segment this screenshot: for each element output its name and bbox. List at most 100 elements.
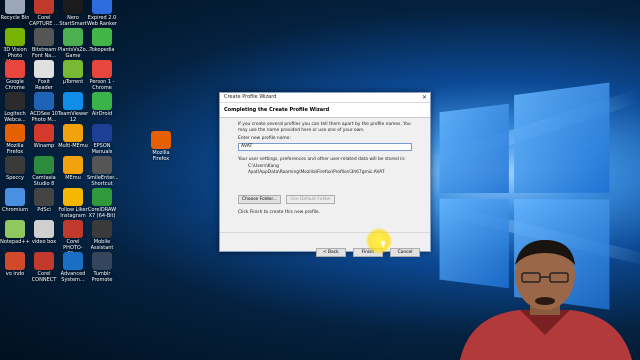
cancel-button[interactable]: Cancel	[390, 248, 420, 257]
plants-vs-zombies-icon	[63, 28, 83, 46]
desktop-shortcut-label: Notepad++	[0, 239, 30, 245]
choose-folder-button[interactable]: Choose Folder...	[238, 194, 281, 204]
profile-name-input[interactable]: AVAT	[238, 142, 412, 151]
desktop-shortcut[interactable]: Chromium	[0, 188, 30, 213]
desktop-shortcut-label: Advanced System...	[60, 271, 86, 283]
desktop-shortcut-label: Person 1 - Chrome	[89, 79, 115, 91]
desktop-shortcut[interactable]: Follow Liker Instagram	[58, 188, 88, 219]
profile-name-label: Enter new profile name:	[238, 136, 291, 142]
web-ranker-icon	[92, 0, 112, 14]
desktop-shortcut[interactable]: μTorrent	[58, 60, 88, 85]
desktop-shortcut[interactable]: ACDSee 10 Photo M...	[29, 92, 59, 123]
desktop-shortcut-label: PlantsVsZo... Game	[58, 47, 91, 59]
desktop-shortcut-label: Follow Liker Instagram	[58, 207, 88, 219]
close-icon[interactable]: ✕	[422, 93, 427, 102]
video-box-icon	[34, 220, 54, 238]
recycle-bin-icon	[5, 0, 25, 14]
desktop-shortcut[interactable]: vo indo	[0, 252, 30, 277]
advanced-system-icon	[63, 252, 83, 270]
desktop-shortcut-label: Tumblr Promote	[91, 271, 113, 283]
desktop-shortcut[interactable]: Tumblr Promote	[87, 252, 117, 283]
corel-connect-icon	[34, 252, 54, 270]
logitech-icon	[5, 92, 25, 110]
utorrent-icon	[63, 60, 83, 78]
presenter-webcam	[460, 240, 632, 360]
desktop-shortcut[interactable]: Winamp	[29, 124, 59, 149]
desktop-shortcut[interactable]: Expired 2.0 Web Ranker	[87, 0, 117, 27]
desktop-shortcut[interactable]: Bitstream Font Na...	[29, 28, 59, 59]
settings-text: Your user settings, preferences and othe…	[238, 156, 406, 162]
chrome-icon	[92, 60, 112, 78]
3d-vision-icon	[5, 28, 25, 46]
corel-photopaint-icon	[63, 220, 83, 238]
desktop-shortcut[interactable]: Advanced System...	[58, 252, 88, 283]
desktop-shortcut[interactable]: Mozilla Firefox	[0, 124, 30, 155]
pdsci-icon	[34, 188, 54, 206]
mobile-assistant-icon	[92, 220, 112, 238]
vo-indo-icon	[5, 252, 25, 270]
desktop-shortcut-label: Mobile Assistant	[90, 239, 114, 251]
desktop-shortcut[interactable]: Recycle Bin	[0, 0, 30, 21]
desktop-shortcut[interactable]: SmileEnter... Shortcut	[87, 156, 119, 187]
desktop-shortcut-label: Foxit Reader	[35, 79, 53, 91]
desktop-shortcut[interactable]: Tokopedia	[87, 28, 117, 53]
wizard-body: If you create several profiles you can t…	[220, 118, 430, 219]
desktop-shortcut-label: Google Chrome	[5, 79, 25, 91]
desktop-shortcut[interactable]: CorelDRAW X7 (64-Bit)	[87, 188, 117, 219]
desktop-shortcut[interactable]: Corel CAPTURE ...	[29, 0, 59, 27]
desktop-shortcut[interactable]: Google Chrome	[0, 60, 30, 91]
desktop-shortcut[interactable]: Camtasia Studio 8	[29, 156, 59, 187]
desktop-shortcut[interactable]: Notepad++	[0, 220, 30, 245]
desktop-shortcut-label: EPSON Manuals	[91, 143, 113, 155]
bitstream-icon	[34, 28, 54, 46]
nero-icon	[63, 0, 83, 14]
desktop-shortcut[interactable]: Mozilla Firefox	[146, 131, 176, 162]
desktop-shortcut-label: PdSci	[37, 207, 51, 213]
desktop-shortcut-label: μTorrent	[62, 79, 84, 85]
desktop-shortcut-label: Camtasia Studio 8	[32, 175, 56, 187]
desktop-shortcut-label: Corel CAPTURE ...	[29, 15, 59, 27]
desktop-shortcut[interactable]: Foxit Reader	[29, 60, 59, 91]
desktop-shortcut[interactable]: video box	[29, 220, 59, 245]
desktop-shortcut[interactable]: Logitech Webca...	[0, 92, 30, 123]
memu-icon	[63, 124, 83, 142]
desktop-shortcut[interactable]: MEmu	[58, 156, 88, 181]
use-default-folder-button[interactable]: Use Default Folder	[286, 194, 335, 204]
dialog-title: Create Profile Wizard	[224, 94, 277, 100]
desktop-shortcut[interactable]: PdSci	[29, 188, 59, 213]
desktop-shortcut[interactable]: Person 1 - Chrome	[87, 60, 117, 91]
desktop-shortcut[interactable]: Speccy	[0, 156, 30, 181]
winamp-icon	[34, 124, 54, 142]
teamviewer-icon	[63, 92, 83, 110]
desktop-shortcut-label: AirDroid	[91, 111, 113, 117]
desktop-shortcut[interactable]: Corel CONNECT	[29, 252, 59, 283]
desktop-shortcut-label: Mozilla Firefox	[6, 143, 24, 155]
desktop-shortcut[interactable]: Nero StartSmart	[58, 0, 88, 27]
coreldraw-icon	[92, 188, 112, 206]
desktop-shortcut[interactable]: PlantsVsZo... Game	[58, 28, 91, 59]
desktop-shortcut-label: vo indo	[5, 271, 25, 277]
finish-hint: Click Finish to create this new profile.	[238, 209, 321, 215]
desktop-shortcut-label: Winamp	[33, 143, 55, 149]
desktop-shortcut-label: Bitstream Font Na...	[31, 47, 57, 59]
desktop-shortcut-label: Speccy	[6, 175, 24, 181]
wizard-footer: < Back Finish Cancel	[220, 232, 430, 257]
chromium-icon	[5, 188, 25, 206]
desktop-shortcut-label: ACDSee 10 Photo M...	[30, 111, 58, 123]
epson-icon	[92, 124, 112, 142]
dialog-title-bar: Create Profile Wizard ✕	[220, 93, 430, 103]
desktop-shortcut-label: MEmu	[65, 175, 81, 181]
wizard-header: Completing the Create Profile Wizard	[220, 103, 430, 118]
foxit-reader-icon	[34, 60, 54, 78]
desktop-shortcut-label: TeamViewer 12	[58, 111, 89, 123]
corel-capture-icon	[34, 0, 54, 14]
memu-icon	[63, 156, 83, 174]
speccy-icon	[5, 156, 25, 174]
desktop-shortcut[interactable]: Multi-MEmu	[58, 124, 88, 149]
back-button[interactable]: < Back	[315, 248, 346, 257]
desktop-shortcut[interactable]: TeamViewer 12	[58, 92, 88, 123]
desktop-shortcut[interactable]: EPSON Manuals	[87, 124, 117, 155]
desktop-shortcut[interactable]: AirDroid	[87, 92, 117, 117]
desktop-shortcut[interactable]: Mobile Assistant	[87, 220, 117, 251]
tumblr-icon	[92, 252, 112, 270]
